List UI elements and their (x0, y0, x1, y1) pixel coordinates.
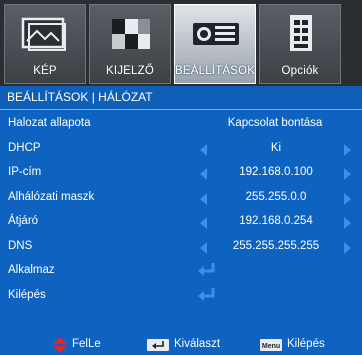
tab-display[interactable]: KIJELZŐ (89, 4, 171, 84)
left-arrow-icon[interactable] (200, 168, 207, 180)
breadcrumb: BEÁLLÍTÁSOK | HÁLÓZAT (0, 86, 362, 110)
ip-address-value: 192.168.0.100 (239, 166, 313, 178)
row-apply[interactable]: Alkalmaz (0, 259, 362, 284)
dhcp-label: DHCP (8, 141, 41, 154)
right-arrow-icon[interactable] (344, 217, 351, 229)
tab-settings[interactable]: BEÁLLÍTÁSOK (174, 4, 256, 84)
exit-label: Kilépés (8, 288, 46, 301)
enter-key-icon (147, 339, 169, 351)
row-network-status: Halozat allapota Kapcsolat bontása (0, 112, 362, 137)
tab-options[interactable]: Opciók (259, 4, 341, 84)
subnet-mask-value: 255.255.0.0 (245, 190, 307, 203)
left-arrow-icon[interactable] (200, 192, 207, 205)
up-down-arrow-icon (53, 337, 67, 353)
right-arrow-icon[interactable] (344, 143, 351, 156)
tab-bar: KÉP KIJELZŐ BEÁLLÍTÁSOK Opciók (0, 0, 362, 86)
ip-address-label: IP-cím (8, 166, 42, 178)
footer-select-label: Kiválaszt (174, 338, 221, 350)
footer-updown-label: FelLe (72, 338, 101, 350)
tab-settings-label: BEÁLLÍTÁSOK (175, 65, 256, 77)
apply-label: Alkalmaz (8, 264, 55, 276)
footer-exit-label: Kilépés (287, 338, 325, 350)
row-ip-address[interactable]: IP-cím 192.168.0.100 (0, 161, 362, 186)
gateway-value: 192.168.0.254 (239, 215, 313, 227)
row-subnet-mask[interactable]: Alhálózati maszk 255.255.0.0 (0, 186, 362, 211)
enter-icon[interactable] (197, 262, 217, 278)
row-dhcp[interactable]: DHCP Ki (0, 137, 362, 162)
left-arrow-icon[interactable] (200, 241, 207, 254)
dns-value: 255.255.255.255 (232, 239, 320, 252)
display-icon (112, 19, 150, 49)
dns-label: DNS (8, 239, 33, 252)
subnet-mask-label: Alhálózati maszk (8, 190, 95, 203)
right-arrow-icon[interactable] (344, 241, 351, 254)
network-status-label: Halozat allapota (8, 117, 91, 129)
gateway-label: Átjáró (8, 215, 39, 227)
right-arrow-icon[interactable] (344, 168, 351, 180)
row-gateway[interactable]: Átjáró 192.168.0.254 (0, 210, 362, 235)
row-exit[interactable]: Kilépés (0, 284, 362, 309)
tab-options-label: Opciók (281, 65, 319, 77)
options-icon (290, 15, 312, 51)
projector-icon (193, 23, 239, 45)
tab-display-label: KIJELZŐ (105, 65, 155, 77)
tab-picture[interactable]: KÉP (4, 4, 86, 84)
left-arrow-icon[interactable] (200, 143, 207, 156)
left-arrow-icon[interactable] (200, 217, 207, 229)
menu-key-text: Menu (262, 343, 280, 350)
dhcp-value: Ki (270, 141, 282, 154)
menu-key-icon: Menu (260, 339, 282, 351)
enter-icon[interactable] (197, 287, 217, 303)
row-dns[interactable]: DNS 255.255.255.255 (0, 235, 362, 260)
right-arrow-icon[interactable] (344, 192, 351, 205)
picture-icon (21, 17, 66, 51)
settings-list: Halozat allapota Kapcsolat bontása DHCP … (0, 112, 362, 308)
tab-picture-label: KÉP (33, 65, 57, 77)
osd-menu: KÉP KIJELZŐ BEÁLLÍTÁSOK Opciók BEÁLLÍTÁS… (0, 0, 362, 355)
footer-hints: FelLe Kiválaszt Menu Kilépés (0, 336, 362, 355)
network-status-value: Kapcsolat bontása (227, 117, 323, 129)
